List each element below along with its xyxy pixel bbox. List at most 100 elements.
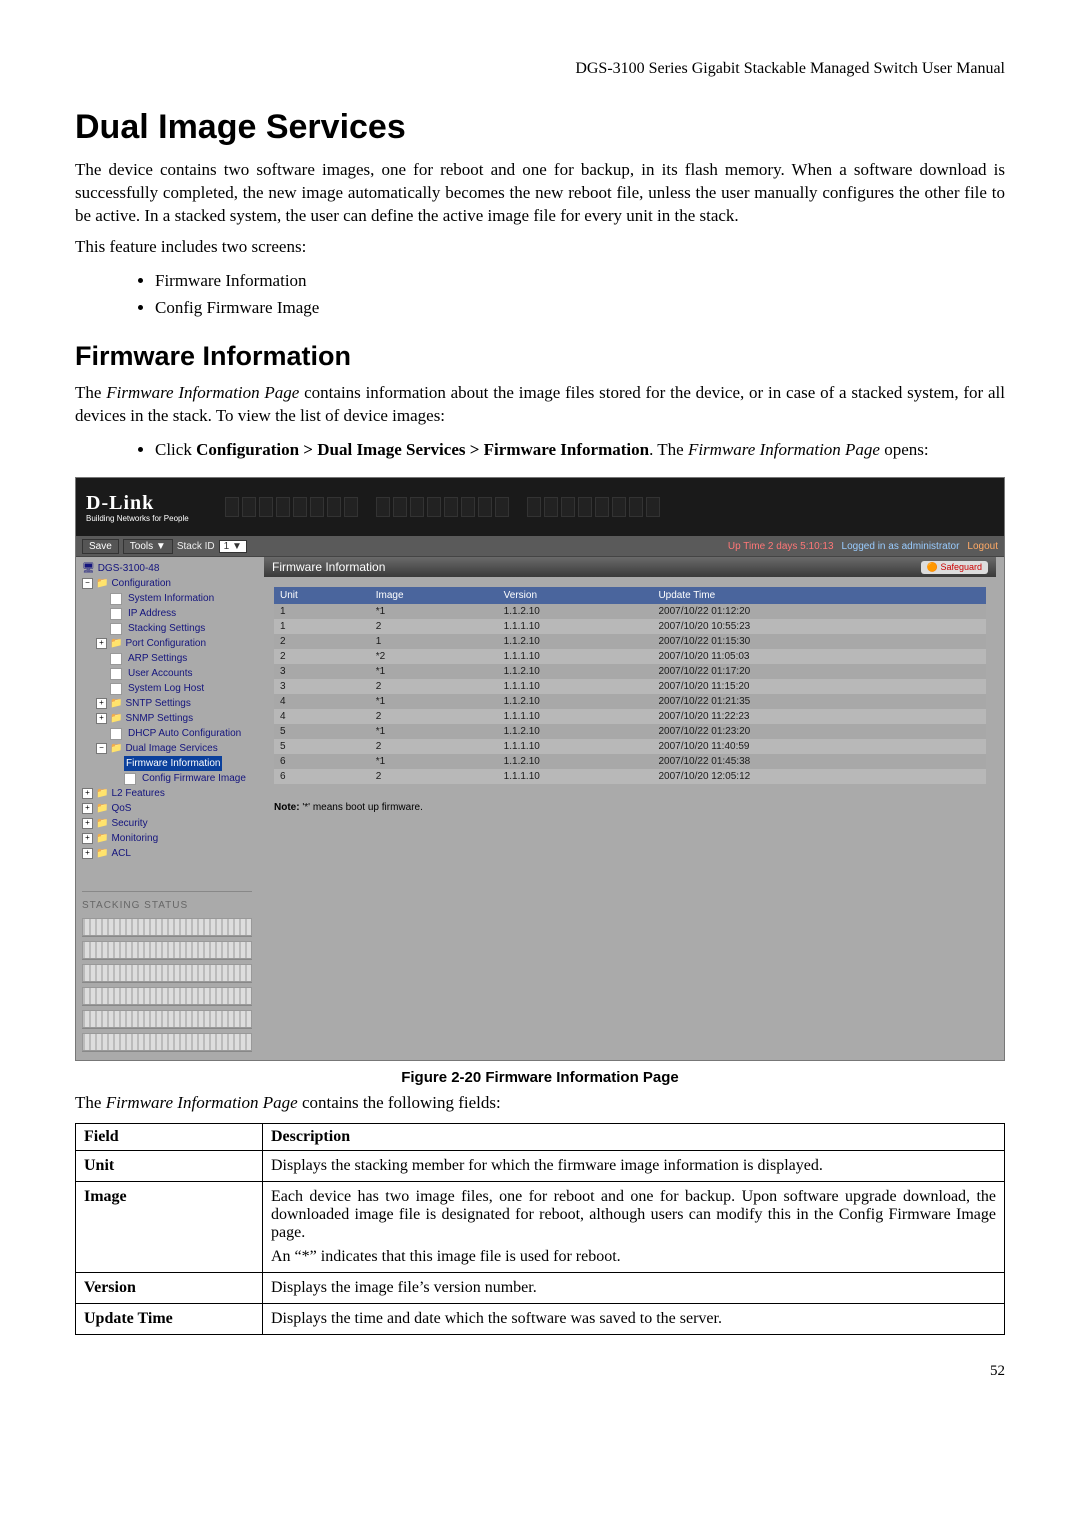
cell: 2007/10/22 01:15:30 <box>652 634 986 649</box>
field-name: Unit <box>76 1151 263 1182</box>
tree-arp[interactable]: ARP Settings <box>82 651 252 666</box>
cell: 2 <box>370 619 498 634</box>
figure-caption: Figure 2-20 Firmware Information Page <box>75 1069 1005 1086</box>
cell: 2 <box>370 679 498 694</box>
tree-fw-info[interactable]: Firmware Information <box>82 756 252 771</box>
table-row: 6*11.1.2.102007/10/22 01:45:38 <box>274 754 986 769</box>
tree-stacking[interactable]: Stacking Settings <box>82 621 252 636</box>
cell: 3 <box>274 664 370 679</box>
firmware-table: Unit Image Version Update Time 1*11.1.2.… <box>274 587 986 784</box>
cell: 1.1.2.10 <box>498 694 653 709</box>
intro-includes: This feature includes two screens: <box>75 236 1005 259</box>
field-desc: Displays the image file’s version number… <box>263 1273 1005 1304</box>
table-row: 211.1.2.102007/10/22 01:15:30 <box>274 634 986 649</box>
fw-desc-paragraph: The Firmware Information Page contains i… <box>75 382 1005 428</box>
tree-monitoring[interactable]: +📁 Monitoring <box>82 831 252 846</box>
fields-h1: Field <box>76 1124 263 1151</box>
table-row: 5*11.1.2.102007/10/22 01:23:20 <box>274 724 986 739</box>
table-row: 2*21.1.1.102007/10/20 11:05:03 <box>274 649 986 664</box>
tree-dual-image[interactable]: −📁 Dual Image Services <box>82 741 252 756</box>
cell: 2 <box>370 739 498 754</box>
cell: 2007/10/20 11:05:03 <box>652 649 986 664</box>
table-row: 621.1.1.102007/10/20 12:05:12 <box>274 769 986 784</box>
uptime-text: Up Time 2 days 5:10:13 <box>728 541 834 552</box>
tree-dhcp-auto[interactable]: DHCP Auto Configuration <box>82 726 252 741</box>
fields-table: Field Description Unit Displays the stac… <box>75 1123 1005 1335</box>
tree-configuration[interactable]: −📁 Configuration <box>82 576 252 591</box>
cell: 1.1.1.10 <box>498 679 653 694</box>
page-number: 52 <box>75 1363 1005 1380</box>
field-desc: Each device has two image files, one for… <box>263 1182 1005 1273</box>
field-desc: Displays the time and date which the sof… <box>263 1304 1005 1335</box>
cell: 1 <box>370 634 498 649</box>
cell: 2 <box>274 634 370 649</box>
cell: 1.1.1.10 <box>498 619 653 634</box>
cell: 5 <box>274 724 370 739</box>
tree-ip-address[interactable]: IP Address <box>82 606 252 621</box>
cell: 2007/10/20 10:55:23 <box>652 619 986 634</box>
save-button[interactable]: Save <box>82 539 119 554</box>
cell: 5 <box>274 739 370 754</box>
table-row: 3*11.1.2.102007/10/22 01:17:20 <box>274 664 986 679</box>
cell: 4 <box>274 694 370 709</box>
tree-root[interactable]: 🖥 DGS-3100-48 <box>82 561 252 576</box>
cell: 2007/10/22 01:21:35 <box>652 694 986 709</box>
field-name: Image <box>76 1182 263 1273</box>
nav-tree[interactable]: 🖥 DGS-3100-48 −📁 Configuration System In… <box>76 557 256 1060</box>
firmware-info-screenshot: D-Link Building Networks for People Save… <box>75 477 1005 1061</box>
tree-system-info[interactable]: System Information <box>82 591 252 606</box>
cell: 2007/10/20 11:40:59 <box>652 739 986 754</box>
tree-qos[interactable]: +📁 QoS <box>82 801 252 816</box>
tree-l2[interactable]: +📁 L2 Features <box>82 786 252 801</box>
cell: 1 <box>274 619 370 634</box>
cell: *1 <box>370 604 498 619</box>
cell: 2007/10/20 11:15:20 <box>652 679 986 694</box>
device-panel: D-Link Building Networks for People <box>76 478 1004 536</box>
cell: 2007/10/22 01:45:38 <box>652 754 986 769</box>
tree-snmp[interactable]: +📁 SNMP Settings <box>82 711 252 726</box>
table-row: 1*11.1.2.102007/10/22 01:12:20 <box>274 604 986 619</box>
stack-unit <box>82 964 252 982</box>
tree-acl[interactable]: +📁 ACL <box>82 846 252 861</box>
col-update: Update Time <box>652 587 986 604</box>
cell: 4 <box>274 709 370 724</box>
logout-link[interactable]: Logout <box>967 541 998 552</box>
field-desc: Displays the stacking member for which t… <box>263 1151 1005 1182</box>
tree-sntp[interactable]: +📁 SNTP Settings <box>82 696 252 711</box>
tree-security[interactable]: +📁 Security <box>82 816 252 831</box>
table-row: Version Displays the image file’s versio… <box>76 1273 1005 1304</box>
stack-unit <box>82 918 252 936</box>
cell: 2007/10/20 11:22:23 <box>652 709 986 724</box>
stacking-status-label: STACKING STATUS <box>82 891 252 913</box>
cell: 1.1.1.10 <box>498 649 653 664</box>
tree-syslog[interactable]: System Log Host <box>82 681 252 696</box>
stackid-label: Stack ID <box>177 541 215 552</box>
cell: *1 <box>370 664 498 679</box>
tree-config-fw-image[interactable]: Config Firmware Image <box>82 771 252 786</box>
tree-user-accounts[interactable]: User Accounts <box>82 666 252 681</box>
cell: 1 <box>274 604 370 619</box>
note-text: Note: '*' means boot up firmware. <box>274 802 986 813</box>
cell: 1.1.2.10 <box>498 634 653 649</box>
field-name: Update Time <box>76 1304 263 1335</box>
table-row: 521.1.1.102007/10/20 11:40:59 <box>274 739 986 754</box>
nav-instruction: Click Configuration > Dual Image Service… <box>155 436 1005 463</box>
device-leds <box>225 497 660 517</box>
cell: 6 <box>274 754 370 769</box>
table-row: 321.1.1.102007/10/20 11:15:20 <box>274 679 986 694</box>
table-row: Update Time Displays the time and date w… <box>76 1304 1005 1335</box>
table-row: Image Each device has two image files, o… <box>76 1182 1005 1273</box>
safeguard-badge: 🟠 Safeguard <box>921 561 988 574</box>
dlink-tagline: Building Networks for People <box>86 515 189 523</box>
field-name: Version <box>76 1273 263 1304</box>
tree-port-config[interactable]: +📁 Port Configuration <box>82 636 252 651</box>
contains-fields: The Firmware Information Page contains t… <box>75 1092 1005 1115</box>
manual-title: DGS-3100 Series Gigabit Stackable Manage… <box>75 60 1005 78</box>
tools-menu[interactable]: Tools ▼ <box>123 539 173 554</box>
cell: *1 <box>370 724 498 739</box>
stackid-select[interactable]: 1 ▼ <box>219 540 247 553</box>
bullet-fw-info: Firmware Information <box>155 267 1005 294</box>
cell: 2 <box>370 709 498 724</box>
dlink-logo: D-Link <box>86 492 154 514</box>
cell: 3 <box>274 679 370 694</box>
